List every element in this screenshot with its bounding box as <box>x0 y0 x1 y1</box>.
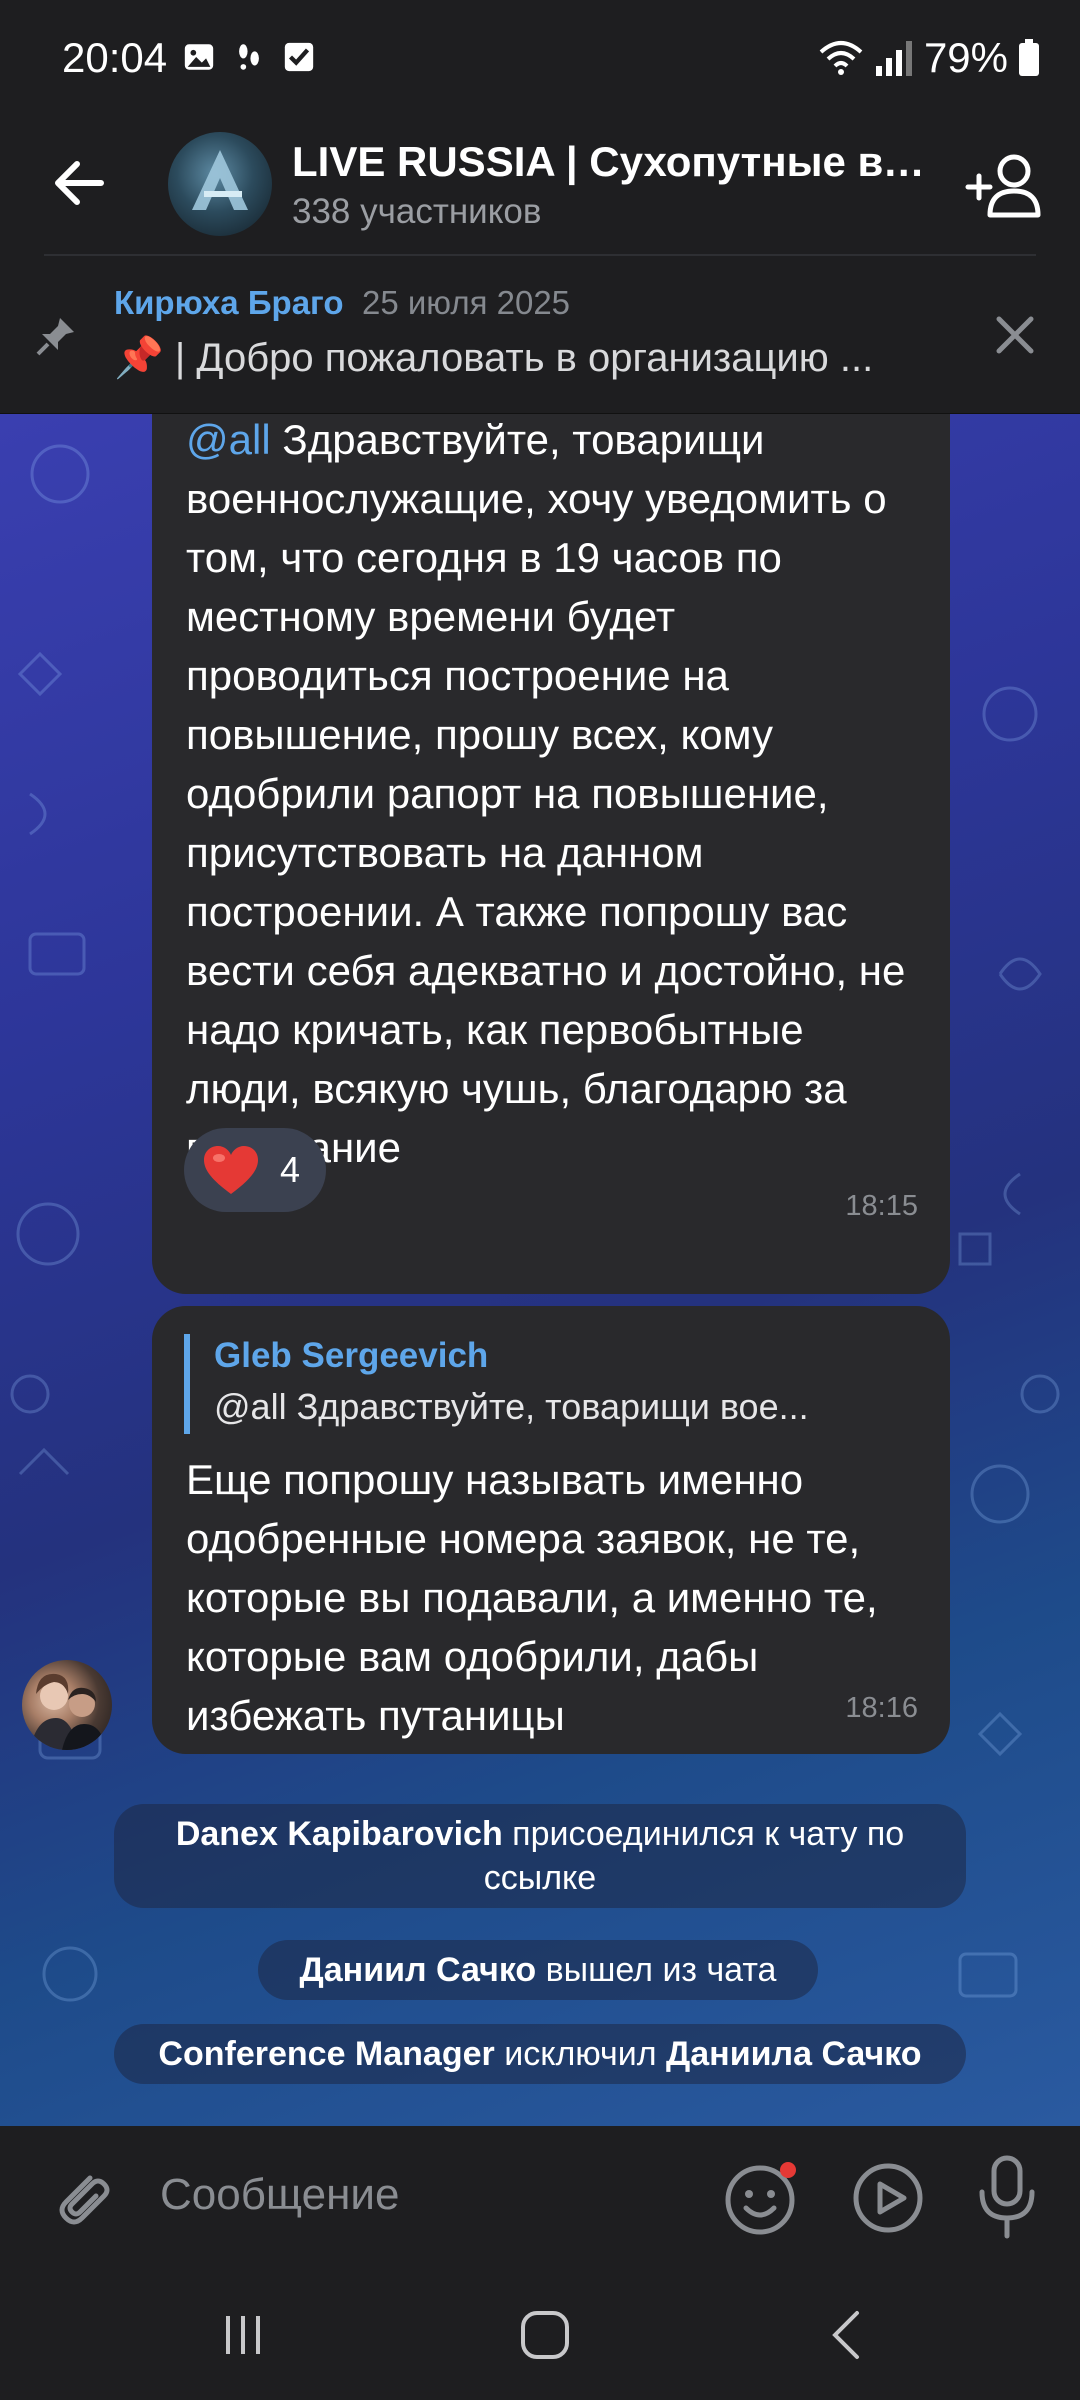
battery-percent: 79% <box>923 34 1008 81</box>
message-bubble[interactable]: Gleb Sergeevich @all Здравствуйте, товар… <box>152 1306 950 1754</box>
system-navigation-bar <box>0 2264 1080 2400</box>
check-icon <box>284 42 314 72</box>
reply-quote[interactable]: Gleb Sergeevich @all Здравствуйте, товар… <box>184 1334 924 1434</box>
voice-message-button[interactable] <box>970 2152 1044 2242</box>
pinned-message-bar[interactable]: Кирюха Браго 25 июля 2025 📌 | Добро пожа… <box>0 256 1080 414</box>
status-notification-icons <box>182 40 316 74</box>
add-member-button[interactable] <box>962 144 1046 228</box>
microphone-icon <box>979 2155 1035 2239</box>
service-message: Danex Kapibarovich присоединился к чату … <box>114 1804 966 1908</box>
recent-apps-icon <box>226 2316 260 2354</box>
wifi-icon <box>819 41 863 75</box>
sender-avatar[interactable] <box>22 1660 112 1750</box>
message-composer: Сообщение <box>0 2126 1080 2264</box>
add-user-icon <box>965 154 1041 218</box>
service-message: Даниил Сачко вышел из чата <box>258 1940 818 2000</box>
chat-messages[interactable]: @all Здравствуйте, товарищи военнослужащ… <box>0 414 1080 2126</box>
service-actor[interactable]: Danex Kapibarovich <box>176 1815 503 1853</box>
close-icon <box>996 316 1034 354</box>
status-bar: 20:04 79% <box>0 0 1080 120</box>
chevron-left-icon <box>832 2311 859 2359</box>
pin-icon <box>36 318 74 356</box>
reaction-chip[interactable]: 4 <box>184 1128 326 1212</box>
message-text: @all Здравствуйте, товарищи военнослужащ… <box>186 414 926 1177</box>
member-count: 338 участников <box>292 192 542 231</box>
service-message: Conference Manager исключил Даниила Сачк… <box>114 2024 966 2084</box>
signal-icon <box>875 41 912 76</box>
service-action: исключил <box>494 2035 667 2073</box>
message-time: 18:15 <box>845 1190 918 1222</box>
service-target[interactable]: Даниила Сачко <box>666 2035 922 2073</box>
avatar-photo <box>30 1673 106 1750</box>
home-icon <box>521 2311 569 2359</box>
system-back-button[interactable] <box>812 2300 882 2370</box>
status-time: 20:04 <box>62 34 168 81</box>
pinned-date: 25 июля 2025 <box>362 284 571 321</box>
service-actor[interactable]: Даниил Сачко <box>300 1951 537 1989</box>
reply-author: Gleb Sergeevich <box>214 1336 489 1375</box>
pinned-text: 📌 | Добро пожаловать в организацию ... <box>114 336 874 380</box>
gallery-icon <box>184 44 214 70</box>
emoji-button[interactable] <box>718 2156 802 2240</box>
mention-link[interactable]: @all <box>186 416 271 463</box>
battery-icon <box>1019 39 1039 76</box>
service-action: вышел из чата <box>536 1951 777 1989</box>
notification-dot <box>780 2162 796 2178</box>
chat-title[interactable]: LIVE RUSSIA | Сухопутные во... <box>292 138 942 186</box>
message-time: 18:16 <box>845 1692 918 1724</box>
service-actor[interactable]: Conference Manager <box>158 2035 494 2073</box>
attach-button[interactable] <box>44 2160 116 2232</box>
arrow-left-icon <box>55 161 104 205</box>
group-logo-icon <box>192 150 248 210</box>
close-pinned-button[interactable] <box>988 308 1042 362</box>
recent-apps-button[interactable] <box>208 2300 278 2370</box>
pinned-author: Кирюха Браго <box>114 284 344 321</box>
chat-header: LIVE RUSSIA | Сухопутные во... 338 участ… <box>0 120 1080 255</box>
chat-avatar[interactable] <box>168 132 272 236</box>
message-input[interactable]: Сообщение <box>160 2162 680 2228</box>
home-button[interactable] <box>510 2300 580 2370</box>
back-button[interactable] <box>44 148 114 218</box>
video-message-button[interactable] <box>846 2156 930 2240</box>
status-system-icons: 79% <box>818 34 1040 82</box>
play-circle-icon <box>853 2163 923 2233</box>
message-body: Здравствуйте, товарищи военнослужащие, х… <box>186 416 906 1171</box>
message-bubble[interactable]: @all Здравствуйте, товарищи военнослужащ… <box>152 414 950 1294</box>
service-action: присоединился к чату по ссылке <box>483 1815 905 1897</box>
reaction-count: 4 <box>280 1149 301 1190</box>
reply-text: @all Здравствуйте, товарищи вое... <box>214 1386 809 1427</box>
steps-icon <box>239 44 259 70</box>
message-text: Еще попрошу называть именно одобренные н… <box>186 1456 878 1739</box>
heart-icon <box>204 1146 258 1194</box>
